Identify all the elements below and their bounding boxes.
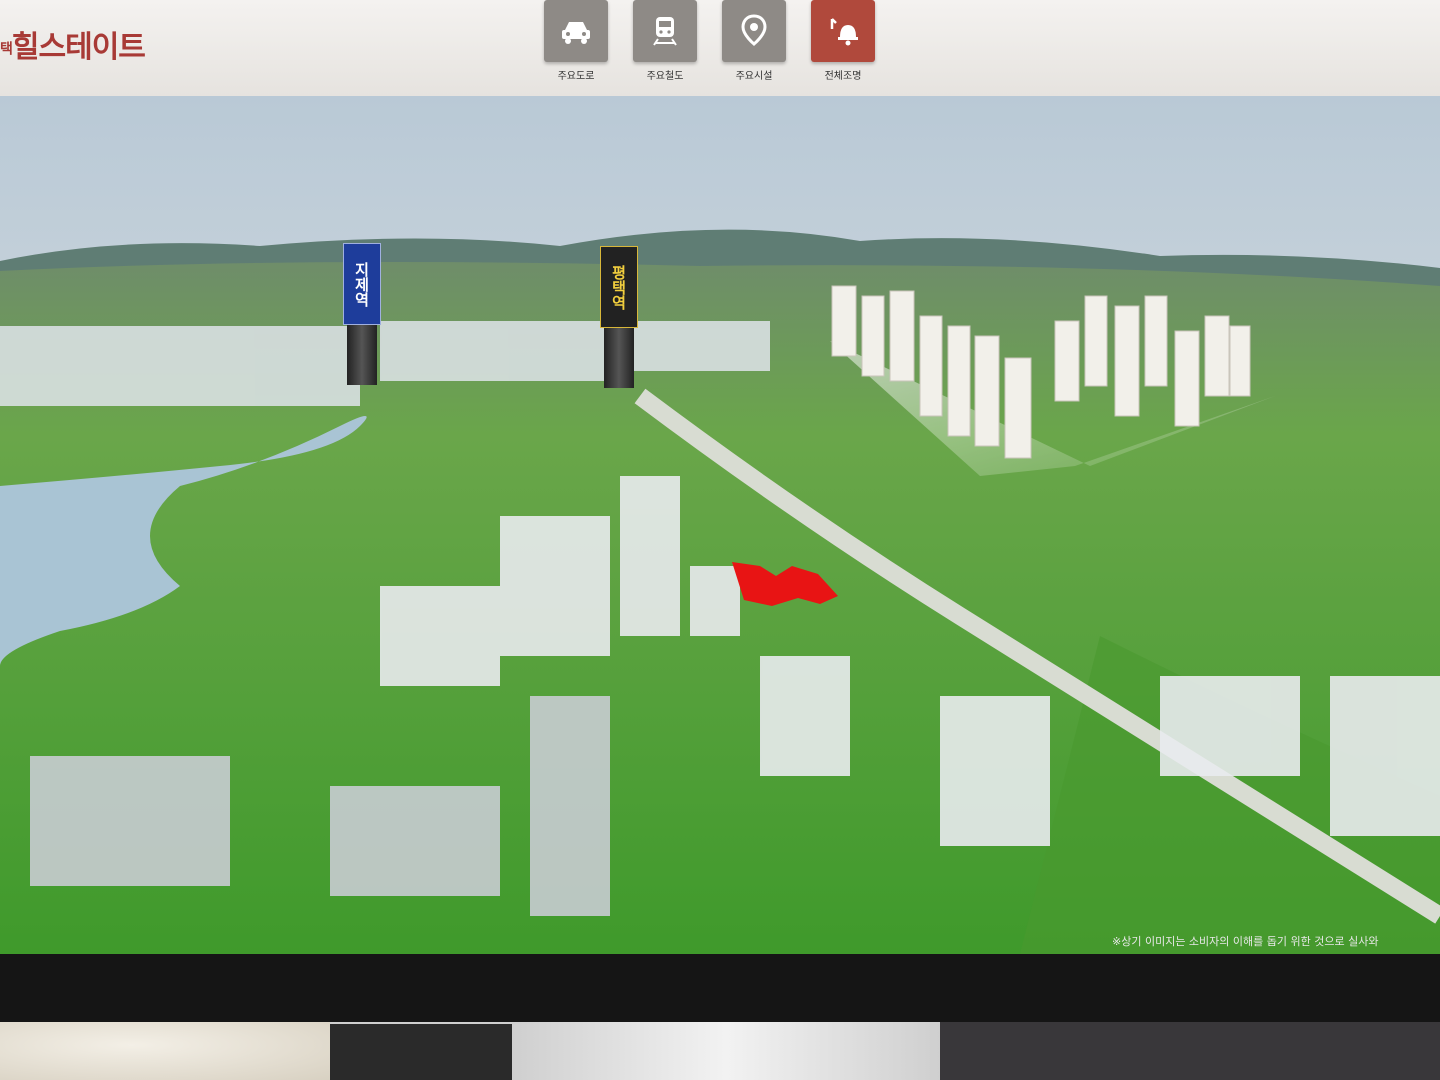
station-pole [604, 328, 634, 388]
light-icon [830, 18, 858, 46]
lighting-label: 전체조명 [824, 71, 862, 82]
railway-button[interactable] [633, 0, 697, 62]
station-label-pyeongtaek: 평택역 [600, 246, 638, 328]
menu-item-lighting[interactable]: 전체조명 [811, 0, 875, 82]
station-label-jije: 지제역 [343, 243, 381, 325]
station-pole [347, 325, 377, 385]
station-marker-pyeongtaek[interactable]: 평택역 [600, 246, 638, 388]
disclaimer-text: ※상기 이미지는 소비자의 이해를 돕기 위한 것으로 실사와 [1112, 935, 1379, 948]
roads-label: 주요도로 [557, 71, 595, 82]
lighting-button[interactable] [811, 0, 875, 62]
station-marker-jije[interactable]: 지제역 [343, 243, 381, 385]
location-pin-icon [741, 14, 767, 46]
car-icon [562, 22, 590, 44]
railway-label: 주요철도 [646, 71, 684, 82]
aerial-map-view[interactable]: 지제역 평택역 [0, 96, 1440, 954]
train-icon [653, 17, 677, 46]
menu-item-roads[interactable]: 주요도로 [544, 0, 608, 82]
logo-prefix: 택 [0, 41, 13, 58]
map-menu: 주요도로 주요철도 주요시설 전체조명 [544, 0, 875, 82]
facilities-button[interactable] [722, 0, 786, 62]
roads-button[interactable] [544, 0, 608, 62]
brand-logo[interactable]: 택힐스테이트 [0, 22, 146, 66]
cloth [0, 1022, 330, 1080]
monitor-stand [512, 1022, 940, 1080]
aerial-rendering [0, 96, 1440, 954]
facilities-label: 주요시설 [735, 71, 773, 82]
monitor-screen: 택힐스테이트 주요도로 주요철도 주요시설 전체조명 지제역 평택역 ※상기 이… [0, 0, 1440, 1024]
menu-item-railway[interactable]: 주요철도 [633, 0, 697, 82]
top-bar: 택힐스테이트 주요도로 주요철도 주요시설 전체조명 [0, 0, 1440, 96]
monitor-bezel [0, 954, 1440, 1024]
logo-text: 힐스테이트 [11, 30, 146, 65]
menu-item-facilities[interactable]: 주요시설 [722, 0, 786, 82]
floor [940, 1022, 1440, 1080]
